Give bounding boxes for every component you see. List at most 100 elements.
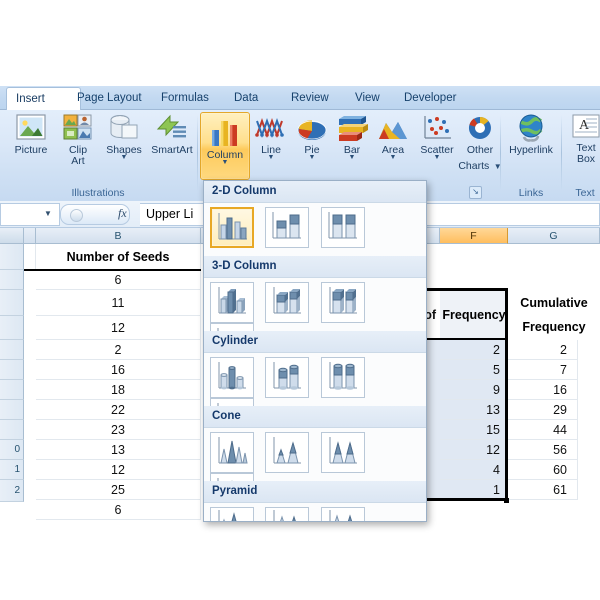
gallery-item-stacked-pyramid[interactable] — [265, 507, 310, 521]
gallery-item-3d-100-percent-stacked-column[interactable] — [320, 282, 365, 323]
column-header-f[interactable]: F — [440, 228, 508, 244]
other-charts-button[interactable]: Other Charts ▼ — [457, 113, 503, 174]
gallery-item-100-percent-stacked-cylinder[interactable] — [320, 357, 365, 398]
cancel-icon[interactable] — [70, 209, 83, 222]
area-caret-icon[interactable]: ▼ — [373, 154, 413, 161]
cell-g-3[interactable]: 16 — [508, 380, 578, 400]
row-header-11[interactable]: 1 — [0, 460, 24, 480]
cell-b-12[interactable]: 6 — [36, 500, 201, 520]
column-chart-button[interactable]: Column ▼ — [200, 112, 250, 180]
cell-b-1[interactable]: 6 — [36, 271, 201, 290]
bar-caret-icon[interactable]: ▼ — [333, 154, 371, 161]
gallery-item-100-percent-stacked-cone[interactable] — [320, 432, 365, 473]
row-header-6[interactable] — [0, 360, 24, 380]
cell-b-11[interactable]: 25 — [36, 480, 201, 500]
picture-button[interactable]: Picture — [6, 113, 56, 156]
smartart-button[interactable]: SmartArt — [148, 113, 196, 156]
line-chart-button[interactable]: Line ▼ — [251, 113, 291, 161]
cell-g-5[interactable]: 44 — [508, 420, 578, 440]
select-all-corner[interactable] — [0, 228, 24, 244]
row-header-9[interactable] — [0, 420, 24, 440]
cell-g-2[interactable]: 7 — [508, 360, 578, 380]
cell-g-8[interactable]: 61 — [508, 480, 578, 500]
tab-view-label: View — [355, 92, 380, 104]
bar-chart-button[interactable]: Bar ▼ — [333, 113, 371, 161]
gallery-item-stacked-cylinder[interactable] — [265, 357, 310, 398]
row-header-5[interactable] — [0, 340, 24, 360]
gallery-item-100-percent-stacked-pyramid[interactable] — [320, 507, 365, 521]
cell-g-header-line2[interactable]: Frequency — [508, 314, 600, 340]
gallery-section-title-3d-column: 3-D Column — [204, 256, 426, 278]
cell-b-2[interactable]: 11 — [36, 290, 201, 316]
cell-b-8[interactable]: 23 — [36, 420, 201, 440]
cell-b-5[interactable]: 16 — [36, 360, 201, 380]
cell-b-6[interactable]: 18 — [36, 380, 201, 400]
hyperlink-button[interactable]: Hyperlink — [502, 113, 560, 156]
row-header-8[interactable] — [0, 400, 24, 420]
cell-g-header-line1[interactable]: Cumulative — [508, 290, 600, 316]
cell-f-3[interactable]: 9 — [440, 380, 508, 400]
tab-data[interactable]: Data — [225, 88, 267, 109]
gallery-section-title-cylinder: Cylinder — [204, 331, 426, 353]
text-box-button[interactable]: A Text Box — [565, 113, 600, 165]
gallery-item-3d-clustered-column[interactable] — [210, 282, 254, 323]
shapes-icon — [108, 113, 140, 143]
gallery-item-100-percent-stacked-column[interactable] — [320, 207, 365, 248]
cell-b-10[interactable]: 12 — [36, 460, 201, 480]
name-box-chevron-down-icon[interactable]: ▼ — [44, 209, 52, 218]
cell-g-7[interactable]: 60 — [508, 460, 578, 480]
row-header-7[interactable] — [0, 380, 24, 400]
cell-a-header[interactable] — [24, 244, 36, 270]
column-header-g[interactable]: G — [508, 228, 600, 244]
pie-chart-button[interactable]: Pie ▼ — [293, 113, 331, 161]
column-header-a-partial[interactable] — [24, 228, 36, 244]
gallery-item-3d-stacked-column[interactable] — [265, 282, 310, 323]
column-header-b[interactable]: B — [36, 228, 201, 244]
cell-f-6[interactable]: 12 — [440, 440, 508, 460]
scatter-chart-button[interactable]: Scatter ▼ — [413, 113, 461, 161]
row-header-10[interactable]: 0 — [0, 440, 24, 460]
cell-b-4[interactable]: 2 — [36, 340, 201, 360]
tab-page-layout[interactable]: Page Layout — [68, 88, 151, 109]
cell-g-6[interactable]: 56 — [508, 440, 578, 460]
cell-b-header[interactable]: Number of Seeds — [36, 244, 201, 270]
area-chart-button[interactable]: Area ▼ — [373, 113, 413, 161]
cell-b-9[interactable]: 13 — [36, 440, 201, 460]
tab-review[interactable]: Review — [282, 88, 338, 109]
pie-caret-icon[interactable]: ▼ — [293, 154, 331, 161]
cell-f-8[interactable]: 1 — [440, 480, 508, 500]
cell-f-header[interactable]: Frequency — [440, 290, 508, 340]
gallery-item-stacked-column[interactable] — [265, 207, 310, 248]
bar-chart-icon — [335, 113, 369, 143]
column-chart-gallery[interactable]: 2-D Column 3-D Column Cylinder Cone Pyra… — [203, 180, 427, 522]
tab-view[interactable]: View — [346, 88, 389, 109]
gallery-item-clustered-cone[interactable] — [210, 432, 254, 473]
cell-b-3[interactable]: 12 — [36, 316, 201, 340]
column-header-g-label: G — [549, 230, 558, 242]
tab-developer[interactable]: Developer — [395, 88, 465, 109]
gallery-item-clustered-cylinder[interactable] — [210, 357, 254, 398]
cell-f-1[interactable]: 2 — [440, 340, 508, 360]
gallery-item-clustered-column[interactable] — [210, 207, 254, 248]
tab-formulas[interactable]: Formulas — [152, 88, 218, 109]
cell-g-4[interactable]: 29 — [508, 400, 578, 420]
row-header-12[interactable]: 2 — [0, 480, 24, 502]
cell-f-4[interactable]: 13 — [440, 400, 508, 420]
row-header-2[interactable] — [0, 270, 24, 290]
cell-g-1[interactable]: 2 — [508, 340, 578, 360]
charts-dialog-launcher-icon[interactable]: ↘ — [469, 186, 482, 199]
line-caret-icon[interactable]: ▼ — [251, 154, 291, 161]
insert-function-icon[interactable]: fx — [118, 206, 127, 221]
fill-handle[interactable] — [504, 498, 509, 503]
row-header-1[interactable] — [0, 244, 24, 270]
row-header-3[interactable] — [0, 290, 24, 316]
row-header-4[interactable] — [0, 316, 24, 340]
cell-f-5[interactable]: 15 — [440, 420, 508, 440]
cell-f-2[interactable]: 5 — [440, 360, 508, 380]
cell-b-7[interactable]: 22 — [36, 400, 201, 420]
clip-art-button[interactable]: Clip Art — [58, 113, 98, 167]
gallery-item-stacked-cone[interactable] — [265, 432, 310, 473]
cell-f-7[interactable]: 4 — [440, 460, 508, 480]
gallery-item-clustered-pyramid[interactable] — [210, 507, 254, 521]
shapes-button[interactable]: Shapes ▼ — [100, 113, 148, 161]
